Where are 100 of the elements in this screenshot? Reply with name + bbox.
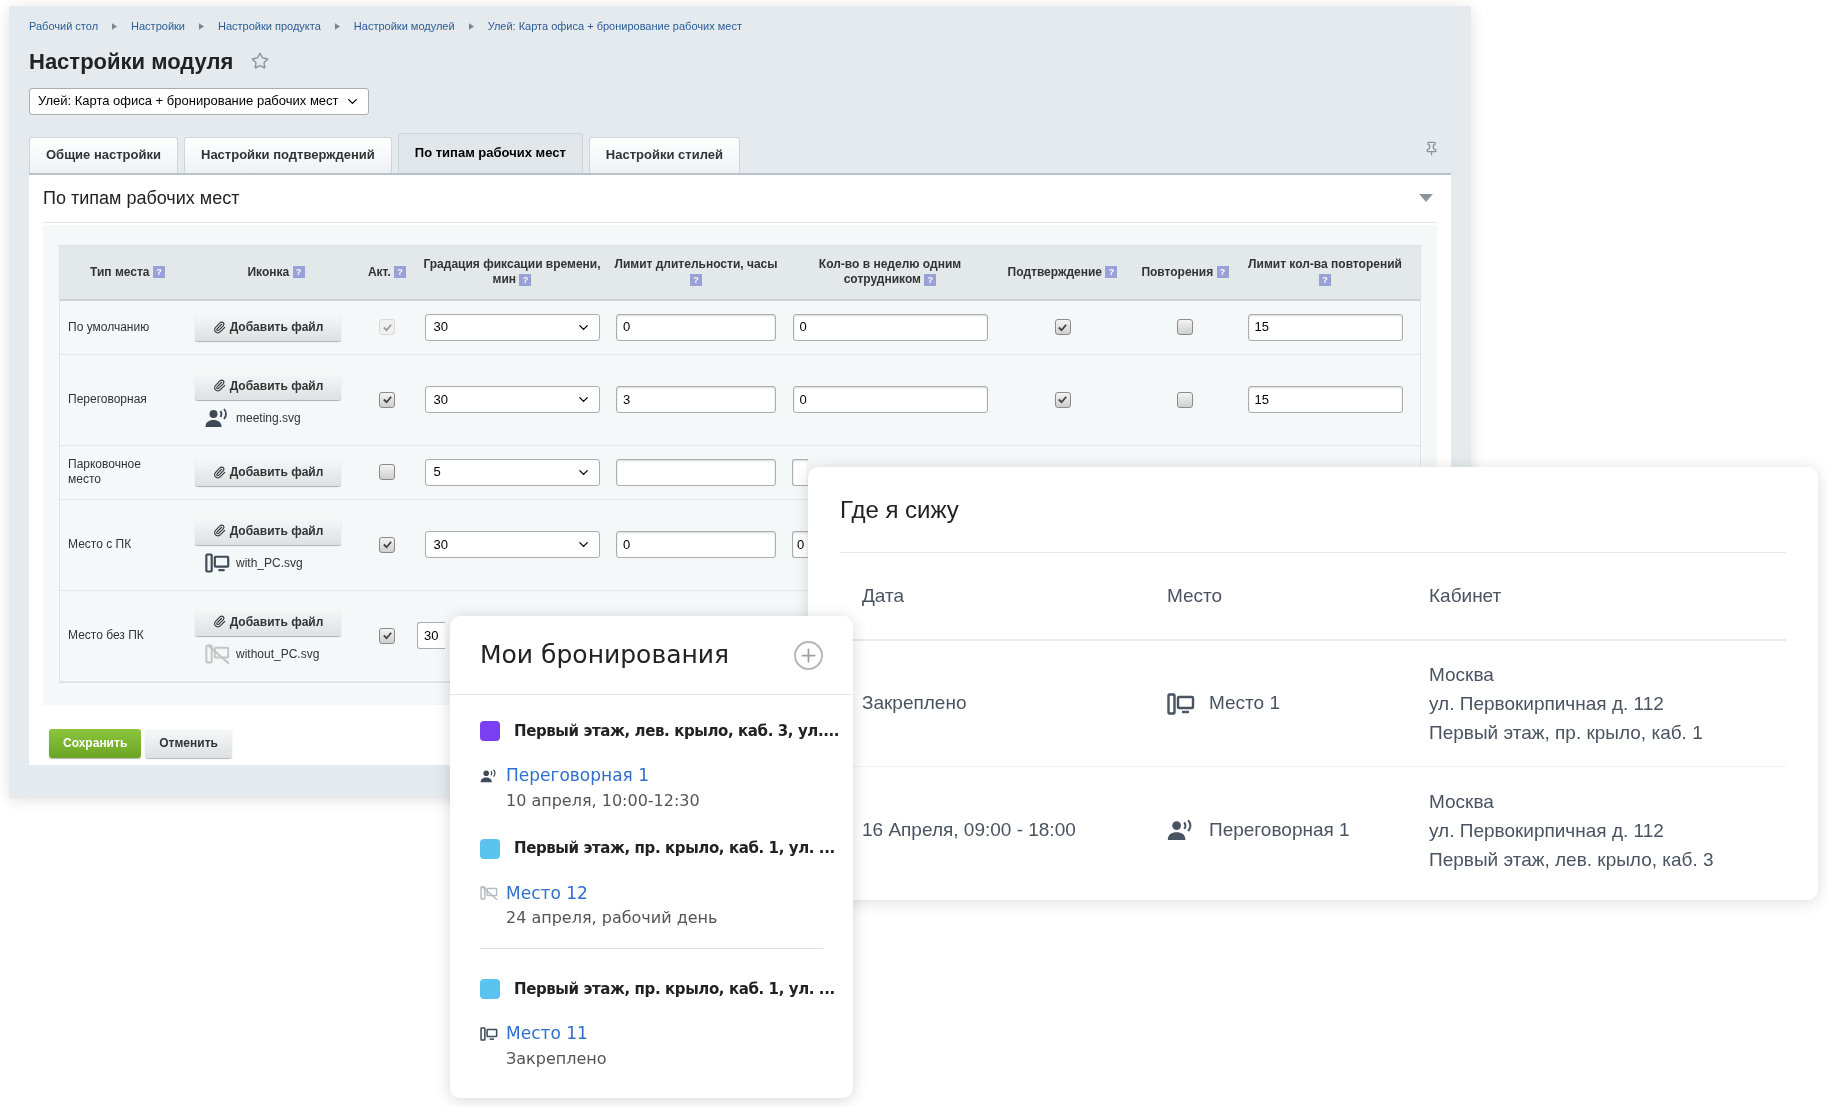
date-text: Закреплено <box>862 692 967 714</box>
column-header: Лимит длительности, часы ? <box>613 257 779 287</box>
row-label: Переговорная <box>68 392 148 407</box>
paperclip-icon <box>212 320 226 334</box>
page-title: Настройки модуля <box>29 47 234 76</box>
office-line: Первый этаж, пр. крыло, каб. 1 <box>1429 721 1703 745</box>
desk-with-monitor-icon <box>1167 692 1195 715</box>
place-link[interactable]: Место 12 <box>506 880 588 906</box>
checkbox[interactable] <box>1054 319 1071 335</box>
desk-with-monitor-icon <box>205 552 230 573</box>
card-title: Мои бронирования <box>480 639 730 672</box>
breadcrumb-arrow-icon <box>334 22 340 30</box>
booking-time: 10 апреля, 10:00-12:30 <box>506 790 700 810</box>
row-label: Место без ПК <box>68 628 145 643</box>
booking-time: 24 апреля, рабочий день <box>506 908 718 927</box>
column-header: Кол-во в неделю одним сотрудником ? <box>817 257 963 287</box>
office-line: ул. Первокирпичная д. 112 <box>1429 692 1665 716</box>
row-label: По умолчанию <box>68 319 151 335</box>
crossed-desk-icon <box>205 643 230 664</box>
column-header: Кабинет <box>1429 584 1502 606</box>
column-header: Иконка ? <box>247 264 305 280</box>
module-select[interactable]: Улей: Карта офиса + бронирование рабочих мест <box>29 87 369 115</box>
file-name: meeting.svg <box>236 409 301 427</box>
breadcrumb-arrow-icon <box>112 22 118 30</box>
select-field[interactable]: 30 <box>417 622 445 649</box>
input-field[interactable]: 0 <box>616 313 776 341</box>
checkmark-icon <box>381 630 393 641</box>
booking-time: Закреплено <box>506 1048 607 1068</box>
breadcrumb-link[interactable]: Улей: Карта офиса + бронирование рабочих мест <box>487 18 742 35</box>
office-line: ул. Первокирпичная д. 112 <box>1429 818 1665 843</box>
checkbox[interactable] <box>379 536 395 553</box>
paperclip-icon <box>212 465 226 479</box>
checkbox[interactable] <box>379 464 395 480</box>
office-line: Первый этаж, лев. крыло, каб. 3 <box>1429 847 1714 872</box>
checkbox[interactable] <box>1177 391 1193 408</box>
place-text: Переговорная 1 <box>1209 817 1350 842</box>
add-file-button[interactable]: Добавить файл <box>195 458 341 486</box>
checkbox[interactable] <box>379 627 395 644</box>
input-field[interactable]: 3 <box>616 386 776 413</box>
person-speaking-icon <box>480 768 498 783</box>
star-icon[interactable] <box>251 52 270 70</box>
checkbox[interactable] <box>1177 319 1193 335</box>
select-field[interactable]: 30 <box>424 531 600 558</box>
date-text: 16 Апреля, 09:00 - 18:00 <box>862 818 1076 840</box>
breadcrumb-link[interactable]: Настройки модулей <box>353 18 455 35</box>
desk-with-monitor-icon <box>480 1026 498 1041</box>
office-line: Москва <box>1429 663 1495 687</box>
select-field[interactable]: 5 <box>424 458 600 486</box>
column-header: Градация фиксации времени, мин ? <box>422 257 602 287</box>
column-header: Подтверждение ? <box>1007 264 1118 280</box>
input-field[interactable] <box>616 458 776 486</box>
checkbox[interactable] <box>379 391 395 408</box>
input-field[interactable] <box>792 458 808 486</box>
add-file-button[interactable]: Добавить файл <box>195 516 341 545</box>
column-header: Повторения ? <box>1141 264 1229 280</box>
select-field[interactable]: 30 <box>424 313 600 341</box>
input-field[interactable]: 0 <box>792 313 988 341</box>
crossed-desk-icon <box>480 886 498 901</box>
column-header: Дата <box>862 584 905 606</box>
tab[interactable]: Настройки подтверждений <box>184 136 392 173</box>
place-link[interactable]: Место 11 <box>506 1021 588 1047</box>
pin-icon[interactable] <box>1424 140 1439 156</box>
add-file-button[interactable]: Добавить файл <box>195 313 341 341</box>
cancel-button[interactable]: Отменить <box>145 728 232 758</box>
add-file-button[interactable]: Добавить файл <box>195 371 341 400</box>
select-field[interactable]: 30 <box>424 386 600 413</box>
person-speaking-icon <box>205 407 230 428</box>
breadcrumb-arrow-icon <box>199 22 204 30</box>
column-header: Место <box>1167 584 1223 606</box>
add-file-button[interactable]: Добавить файл <box>195 607 341 636</box>
breadcrumb-link[interactable]: Настройки продукта <box>218 18 321 35</box>
tab[interactable]: По типам рабочих мест <box>397 132 583 173</box>
card-title: Где я сижу <box>840 494 959 525</box>
file-name: with_PC.svg <box>236 554 303 572</box>
column-header: Акт. ? <box>367 264 407 280</box>
address-text: Первый этаж, пр. крыло, каб. 1, ул. ... <box>514 838 835 860</box>
checkbox[interactable] <box>1054 391 1071 408</box>
breadcrumb-link[interactable]: Настройки <box>131 18 185 35</box>
input-field[interactable]: 0 <box>792 386 988 413</box>
tab[interactable]: Настройки стилей <box>588 136 740 173</box>
row-label: Парковочное место <box>68 457 142 487</box>
place-text: Место 1 <box>1209 691 1280 716</box>
input-field[interactable]: 0 <box>616 531 776 558</box>
collapse-triangle-icon[interactable] <box>1419 194 1433 202</box>
address-text: Первый этаж, лев. крыло, каб. 3, ул.... <box>514 720 840 742</box>
section-title: По типам рабочих мест <box>43 186 240 210</box>
paperclip-icon <box>212 524 226 537</box>
input-field[interactable]: 0 <box>792 531 808 558</box>
place-link[interactable]: Переговорная 1 <box>506 763 649 789</box>
paperclip-icon <box>212 615 226 628</box>
checkmark-icon <box>381 394 393 405</box>
file-name: without_PC.svg <box>236 645 320 663</box>
breadcrumb-link[interactable]: Рабочий стол <box>29 18 99 35</box>
input-field[interactable]: 15 <box>1247 313 1403 341</box>
office-line: Москва <box>1429 789 1495 814</box>
tab[interactable]: Общие настройки <box>29 136 178 173</box>
input-field[interactable]: 15 <box>1247 386 1403 413</box>
checkmark-icon <box>381 321 393 333</box>
checkmark-icon <box>1057 394 1068 405</box>
address-text: Первый этаж, пр. крыло, каб. 1, ул. ... <box>514 978 835 1000</box>
